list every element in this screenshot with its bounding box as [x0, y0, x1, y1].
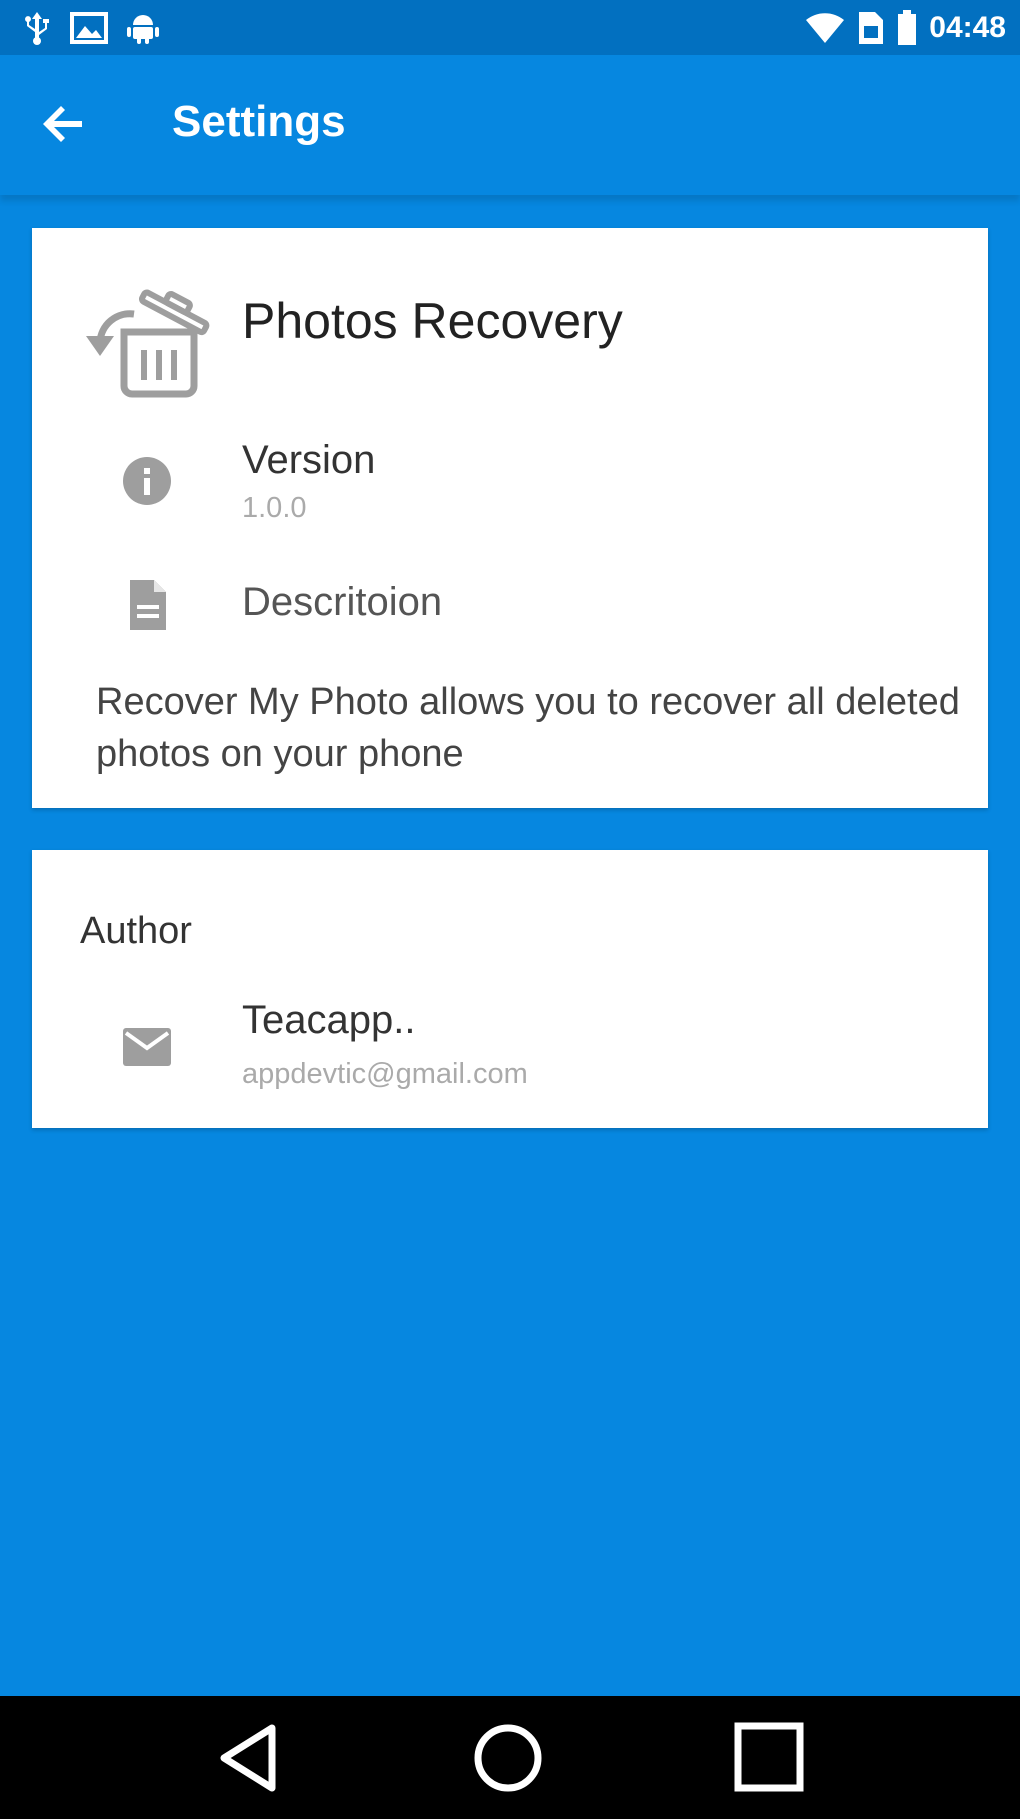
version-value: 1.0.0 — [242, 492, 307, 524]
app-name: Photos Recovery — [242, 293, 623, 349]
author-email[interactable]: appdevtic@gmail.com — [242, 1058, 528, 1091]
mail-icon[interactable] — [120, 1020, 174, 1074]
status-time: 04:48 — [929, 11, 1006, 44]
android-icon — [127, 15, 159, 44]
navigation-bar — [0, 1696, 1020, 1819]
document-icon — [130, 580, 166, 630]
battery-icon — [898, 10, 917, 45]
status-bar-left-icons — [22, 10, 160, 46]
trash-restore-icon — [86, 289, 210, 398]
wifi-icon — [806, 13, 845, 43]
usb-icon — [25, 12, 49, 45]
app-bar: Settings — [0, 55, 1020, 195]
status-bar-right-icons: 04:48 — [805, 10, 1006, 46]
recents-square-icon[interactable] — [728, 1722, 808, 1794]
back-triangle-icon[interactable] — [210, 1722, 290, 1794]
info-icon — [123, 457, 171, 505]
author-card: Author Teacapp.. appdevtic@gmail.com — [32, 850, 988, 1128]
sim-icon — [859, 12, 884, 44]
arrow-back-icon[interactable] — [40, 99, 90, 149]
author-header: Author — [80, 910, 192, 952]
image-icon — [70, 12, 108, 44]
description-text: Recover My Photo allows you to recover a… — [96, 681, 960, 775]
author-name: Teacapp.. — [242, 998, 416, 1042]
version-label: Version — [242, 438, 376, 482]
about-card: Photos Recovery Version 1.0.0 Descritoio… — [32, 228, 988, 808]
description-label: Descritoion — [242, 580, 443, 624]
page-title: Settings — [172, 97, 346, 146]
home-circle-icon[interactable] — [468, 1722, 548, 1794]
status-bar: 04:48 — [0, 0, 1020, 55]
